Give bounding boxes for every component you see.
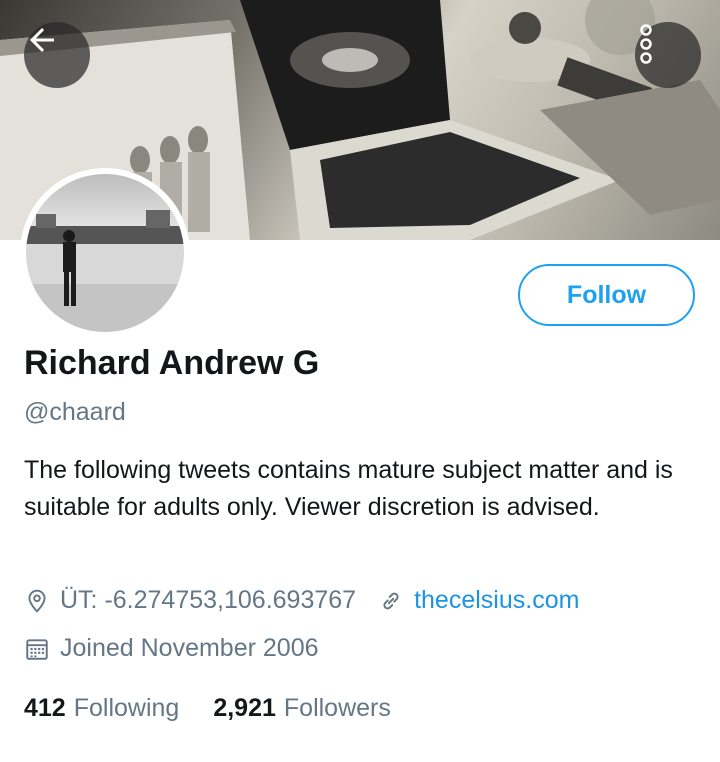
followers-label: Followers xyxy=(283,694,391,722)
calendar-icon xyxy=(24,636,50,662)
profile-location: ÜT: -6.274753,106.693767 xyxy=(60,586,357,614)
vertical-dots-icon xyxy=(640,24,652,64)
profile-meta-location-website: ÜT: -6.274753,106.693767 thecelsius.com xyxy=(24,586,579,615)
profile-name: Richard Andrew G xyxy=(24,344,320,382)
follow-button[interactable]: Follow xyxy=(518,264,695,326)
avatar-image xyxy=(26,174,184,332)
profile-handle: @chaard xyxy=(24,398,126,426)
profile-meta-joined: Joined November 2006 xyxy=(24,634,319,663)
following-label: Following xyxy=(73,694,180,722)
followers-count: 2,921 xyxy=(213,694,276,722)
back-button[interactable] xyxy=(24,22,90,88)
profile-website-link[interactable]: thecelsius.com xyxy=(414,586,579,615)
location-pin-icon xyxy=(24,588,50,614)
link-icon xyxy=(378,588,404,614)
more-options-button[interactable] xyxy=(635,22,701,88)
profile-bio: The following tweets contains mature sub… xyxy=(24,456,673,521)
avatar[interactable] xyxy=(20,168,190,338)
profile-stats: 412 Following 2,921 Followers xyxy=(24,694,391,723)
arrow-left-icon xyxy=(30,28,54,52)
following-count: 412 xyxy=(24,694,66,722)
following-stat[interactable]: 412 Following xyxy=(24,694,179,723)
profile-joined-date: Joined November 2006 xyxy=(60,634,319,662)
followers-stat[interactable]: 2,921 Followers xyxy=(213,694,391,723)
